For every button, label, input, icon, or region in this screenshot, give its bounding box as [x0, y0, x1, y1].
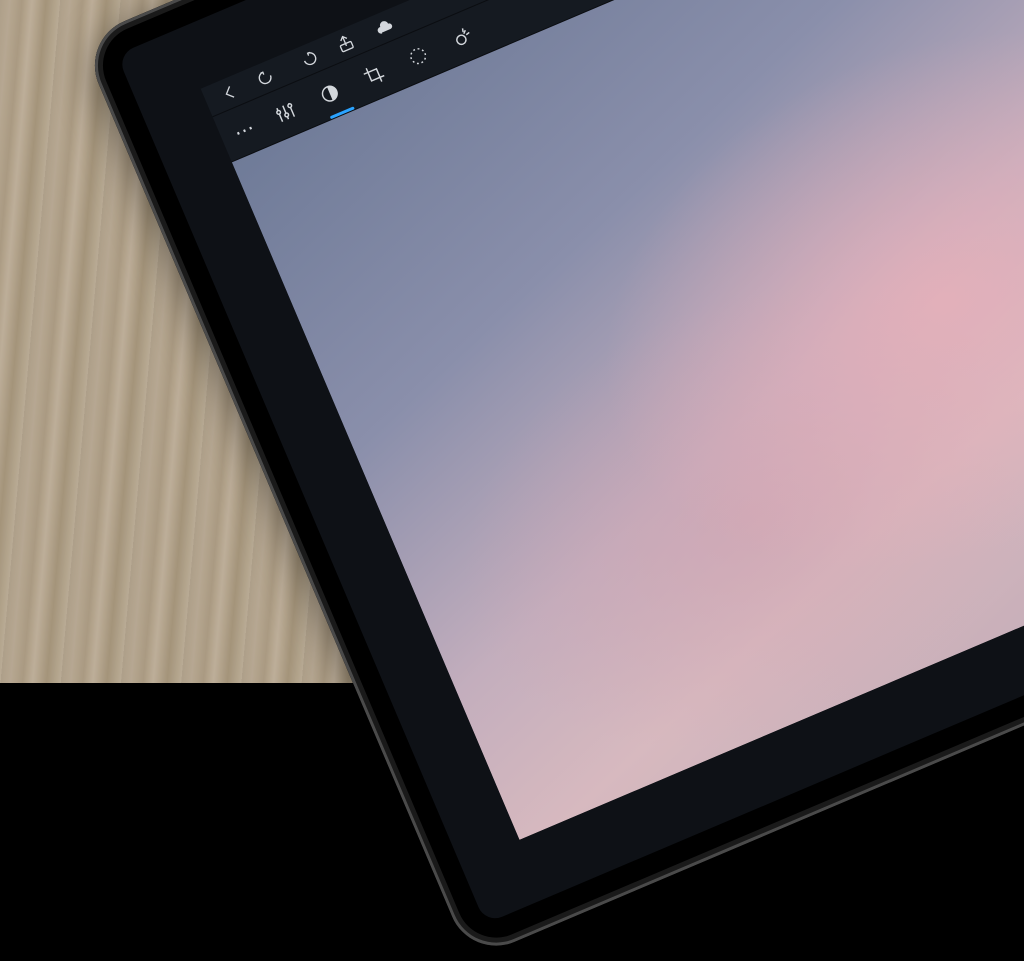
- redo-icon[interactable]: [254, 62, 283, 91]
- back-icon[interactable]: [215, 78, 244, 107]
- tone-split-icon[interactable]: [310, 74, 349, 113]
- share-icon[interactable]: [331, 29, 360, 58]
- more-icon[interactable]: ⋯: [230, 114, 260, 146]
- app-screen: ⋯: [201, 0, 1024, 840]
- heal-icon[interactable]: [443, 18, 482, 57]
- undo-icon[interactable]: [292, 46, 321, 75]
- cloud-icon[interactable]: [370, 13, 399, 42]
- adjust-sliders-icon[interactable]: [266, 93, 305, 132]
- photo-canvas[interactable]: [232, 0, 1024, 840]
- radial-icon[interactable]: [399, 36, 438, 75]
- crop-icon[interactable]: [354, 55, 393, 94]
